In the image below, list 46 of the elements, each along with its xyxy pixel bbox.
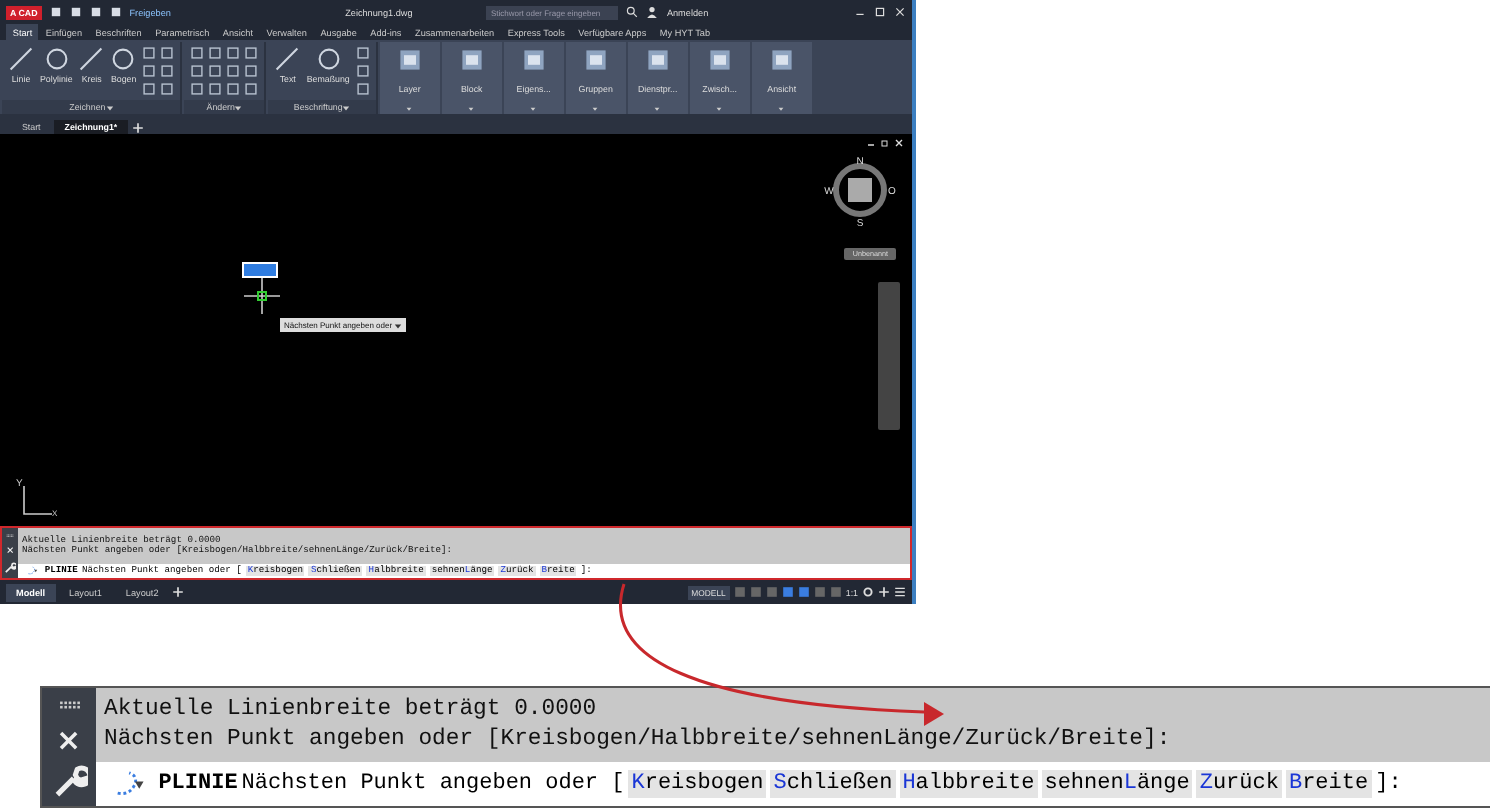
- tool-icon: [110, 46, 137, 72]
- command-option[interactable]: sehnenLänge: [1041, 770, 1193, 798]
- command-option[interactable]: Zurück: [1196, 770, 1282, 798]
- command-option[interactable]: Schließen: [770, 770, 896, 798]
- add-layout-icon[interactable]: [172, 586, 185, 598]
- panel-icon: [521, 48, 546, 72]
- tool-icon: [8, 46, 34, 72]
- maximize-icon[interactable]: [874, 6, 886, 18]
- tool-icon: [78, 46, 105, 72]
- panel-icon: [707, 48, 732, 72]
- close-icon[interactable]: [894, 6, 906, 18]
- command-prompt: Nächsten Punkt angeben oder [: [241, 772, 625, 796]
- close-icon[interactable]: [894, 138, 904, 148]
- search-icon[interactable]: [626, 6, 639, 18]
- tool-icon: [315, 46, 342, 72]
- close-icon[interactable]: [56, 727, 82, 753]
- panel-icon: [769, 48, 794, 72]
- command-option[interactable]: Halbbreite: [899, 770, 1038, 798]
- tool-icon: [274, 46, 301, 72]
- restore-icon[interactable]: [880, 138, 890, 148]
- tool-icon: [43, 46, 70, 72]
- command-line-handle[interactable]: [42, 688, 96, 806]
- history-line: Aktuelle Linienbreite beträgt 0.0000: [104, 695, 599, 725]
- history-line: Nächsten Punkt angeben oder [Kreisbogen/Halbbreite/sehnenLänge/Zurück/Breite]:: [104, 725, 1173, 755]
- new-tab-icon[interactable]: [131, 122, 144, 134]
- command-option[interactable]: Kreisbogen: [628, 770, 767, 798]
- dynamic-input-field[interactable]: [242, 262, 278, 278]
- panel-icon: [397, 48, 422, 72]
- prompt-end: ]:: [1375, 772, 1402, 796]
- command-name: PLINIE: [158, 772, 238, 796]
- recent-commands-icon[interactable]: [24, 566, 41, 576]
- command-line-handle[interactable]: [2, 528, 18, 578]
- close-icon[interactable]: [5, 546, 15, 555]
- panel-icon: [459, 48, 484, 72]
- user-icon[interactable]: [646, 6, 659, 18]
- command-input[interactable]: PLINIE Nächsten Punkt angeben oder [ Kreisbogen Schließen Halbbreite sehnenLänge Zurück Breite ]:: [96, 762, 1490, 806]
- caret-icon: [394, 321, 403, 329]
- wrench-icon[interactable]: [51, 764, 87, 801]
- minimize-icon[interactable]: [866, 138, 876, 148]
- command-option[interactable]: Breite: [1285, 770, 1372, 798]
- gear-icon[interactable]: [862, 586, 874, 598]
- plus-icon[interactable]: [878, 586, 890, 598]
- panel-icon: [645, 48, 670, 72]
- menu-icon[interactable]: [894, 586, 906, 598]
- wrench-icon[interactable]: [4, 562, 16, 575]
- panel-icon: [583, 48, 608, 72]
